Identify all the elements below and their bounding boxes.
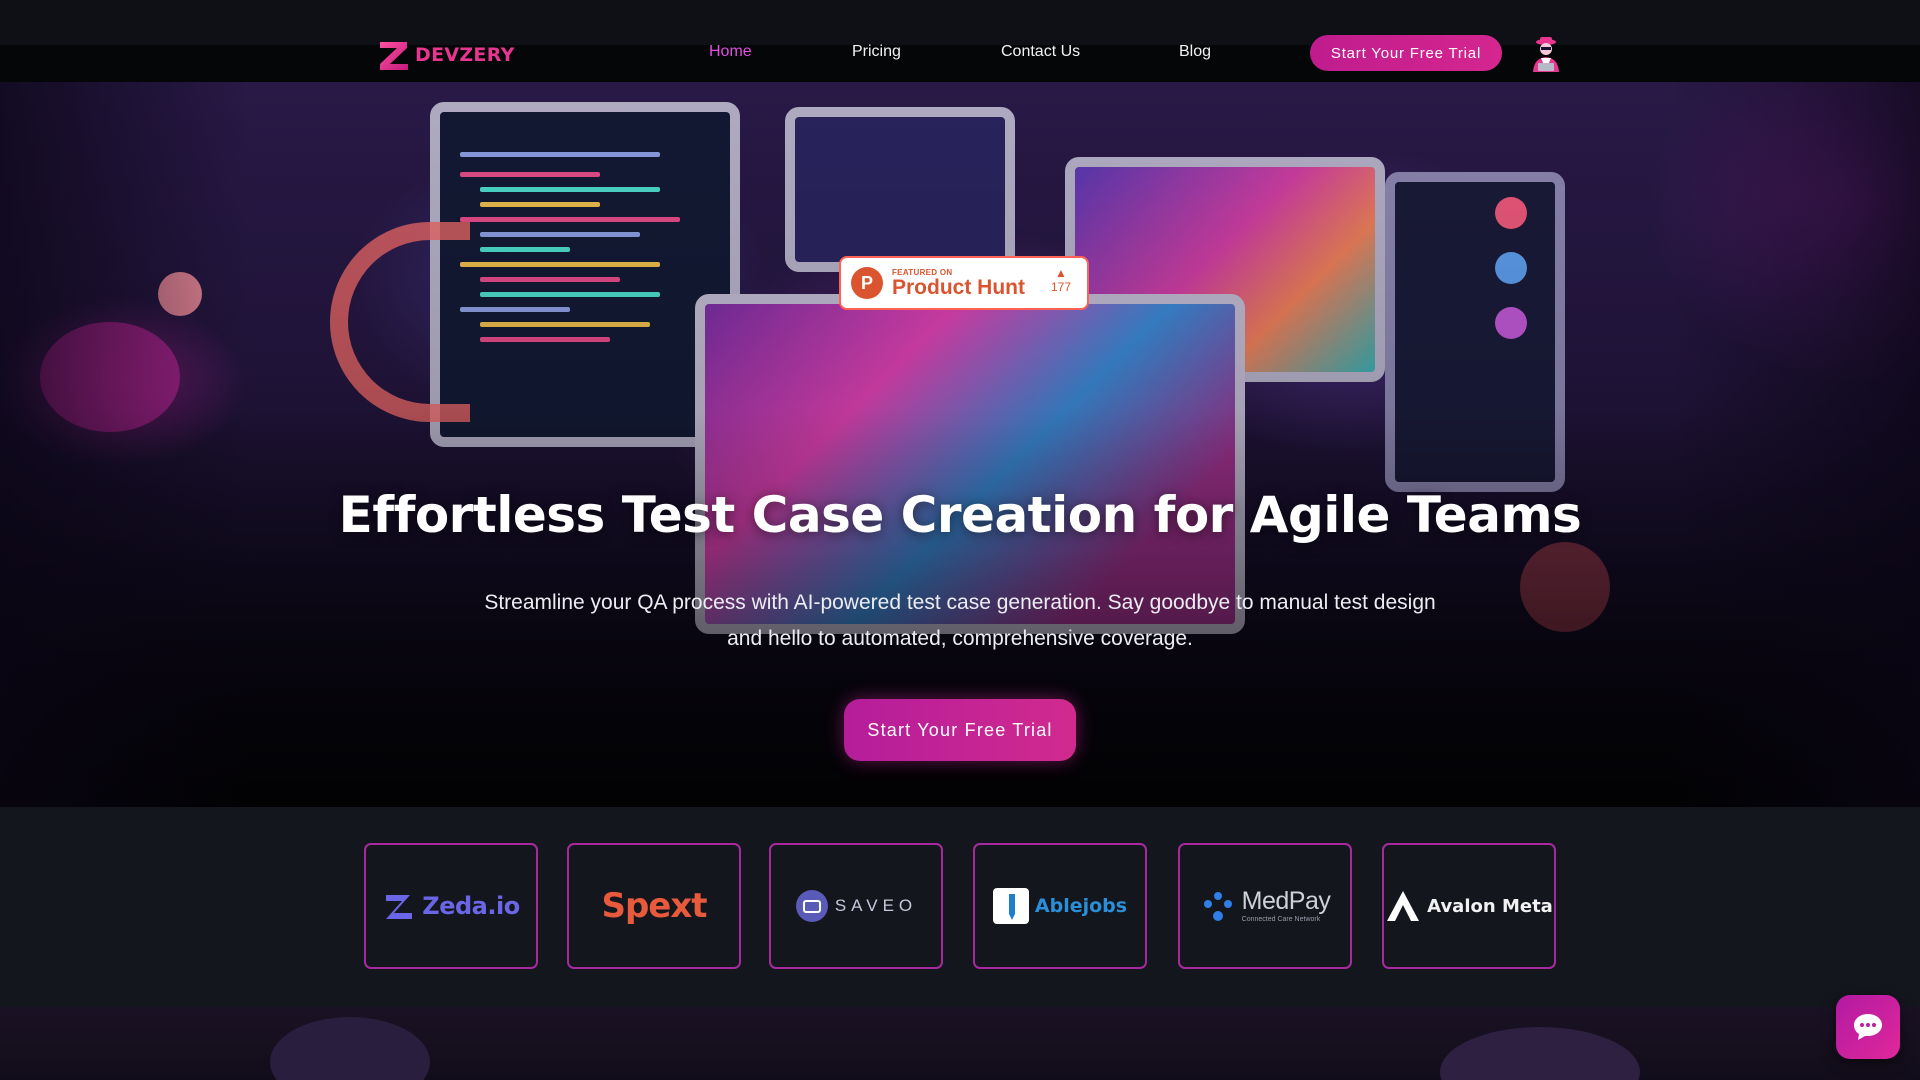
hero-title: Effortless Test Case Creation for Agile … — [338, 486, 1582, 544]
hero-subtitle: Streamline your QA process with AI-power… — [484, 591, 1436, 650]
brand-name: DEVZERY — [415, 44, 515, 66]
saveo-logo-icon — [795, 890, 828, 922]
product-hunt-icon: P — [851, 267, 883, 299]
medpay-logo-icon — [1203, 892, 1232, 921]
partner-card-medpay[interactable]: MedPay Connected Care Network — [1178, 843, 1352, 969]
product-hunt-label: Product Hunt — [892, 275, 1025, 299]
nav-pricing[interactable]: Pricing — [852, 43, 901, 61]
next-section-background — [0, 1007, 1920, 1080]
partner-card-ablejobs[interactable]: Ablejobs — [973, 843, 1147, 969]
brand-logo[interactable]: DEVZERY — [377, 38, 515, 72]
chat-widget-button[interactable] — [1836, 995, 1900, 1059]
navigation-bar: DEVZERY Home Pricing Contact Us Blog Sta… — [0, 34, 1920, 72]
partner-logos-section: Zeda.io Spext SAVEO Ablejobs MedPay Conn… — [0, 807, 1920, 1007]
product-hunt-badge[interactable]: P FEATURED ON Product Hunt ▲ 177 — [839, 256, 1089, 310]
nav-start-trial-button[interactable]: Start Your Free Trial — [1310, 35, 1502, 71]
zeda-logo-icon — [386, 895, 413, 919]
user-avatar-icon[interactable] — [1526, 34, 1566, 74]
partner-card-avalon-meta[interactable]: Avalon Meta — [1382, 843, 1556, 969]
chat-bubble-icon — [1854, 1014, 1882, 1040]
partner-name: MedPay — [1241, 887, 1331, 915]
ablejobs-logo-icon — [992, 888, 1029, 924]
nav-home[interactable]: Home — [709, 43, 752, 61]
partner-name: Ablejobs — [1034, 895, 1128, 917]
partner-card-zeda[interactable]: Zeda.io — [364, 843, 538, 969]
partner-name: SAVEO — [834, 896, 918, 915]
partner-name: Avalon Meta — [1427, 895, 1553, 917]
nav-blog[interactable]: Blog — [1179, 43, 1211, 61]
vote-count: 177 — [1050, 280, 1071, 294]
partner-card-spext[interactable]: Spext — [567, 843, 741, 969]
upvote-arrow-icon: ▲ — [1055, 266, 1067, 280]
nav-contact-us[interactable]: Contact Us — [1001, 43, 1080, 61]
hero-start-trial-button[interactable]: Start Your Free Trial — [844, 699, 1076, 761]
avalon-meta-logo-icon — [1387, 891, 1420, 921]
product-hunt-votes: ▲ 177 — [1051, 266, 1071, 294]
partner-tagline: Connected Care Network — [1241, 916, 1321, 923]
devzery-logo-icon — [380, 42, 408, 70]
partner-name: Spext — [601, 886, 707, 926]
partner-name: Zeda.io — [422, 892, 520, 920]
partner-card-saveo[interactable]: SAVEO — [769, 843, 943, 969]
